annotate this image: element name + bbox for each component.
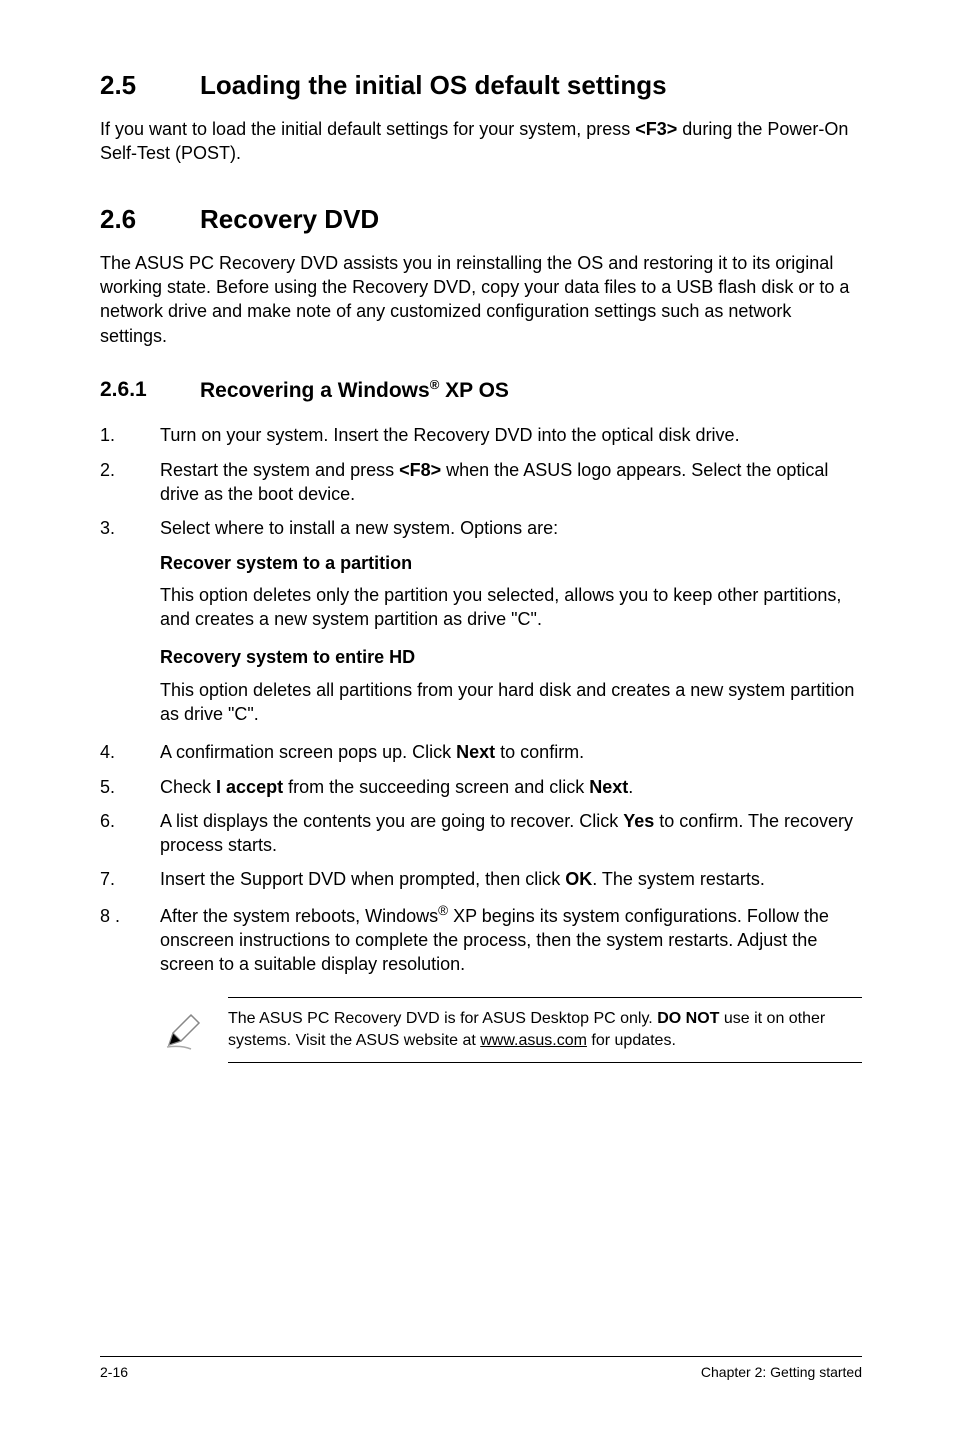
key-f3: <F3> <box>635 119 677 139</box>
list-item: 2.Restart the system and press <F8> when… <box>100 458 862 507</box>
text-fragment: A confirmation screen pops up. Click <box>160 742 456 762</box>
text-fragment: Restart the system and press <box>160 460 399 480</box>
steps-list-2: 4.A confirmation screen pops up. Click N… <box>100 740 862 976</box>
list-item: 3.Select where to install a new system. … <box>100 516 862 540</box>
step-marker: 1. <box>100 423 160 447</box>
list-item: 7.Insert the Support DVD when prompted, … <box>100 867 862 891</box>
page-footer: 2-16 Chapter 2: Getting started <box>100 1356 862 1382</box>
text-fragment: Insert the Support DVD when prompted, th… <box>160 869 565 889</box>
heading-2-6-1-title: Recovering a Windows® XP OS <box>200 376 509 405</box>
text-fragment: A list displays the contents you are goi… <box>160 811 623 831</box>
step-marker: 3. <box>100 516 160 540</box>
key-f8: <F8> <box>399 460 441 480</box>
option-heading: Recover system to a partition <box>160 551 862 575</box>
step-marker: 4. <box>100 740 160 764</box>
button-label-next: Next <box>456 742 495 762</box>
button-label-ok: OK <box>565 869 592 889</box>
note-content: The ASUS PC Recovery DVD is for ASUS Des… <box>228 997 862 1064</box>
heading-2-6: 2.6 Recovery DVD <box>100 202 862 237</box>
text-fragment: to confirm. <box>495 742 584 762</box>
heading-2-5: 2.5 Loading the initial OS default setti… <box>100 68 862 103</box>
step-marker: 5. <box>100 775 160 799</box>
list-item: 8 .After the system reboots, Windows® XP… <box>100 902 862 977</box>
option-recover-partition: Recover system to a partition This optio… <box>100 551 862 727</box>
text-fragment: XP OS <box>439 379 509 402</box>
heading-2-5-title: Loading the initial OS default settings <box>200 68 667 103</box>
section-2-6-body: The ASUS PC Recovery DVD assists you in … <box>100 251 862 348</box>
list-item: 4.A confirmation screen pops up. Click N… <box>100 740 862 764</box>
list-item: 6.A list displays the contents you are g… <box>100 809 862 858</box>
text-fragment: The ASUS PC Recovery DVD is for ASUS Des… <box>228 1010 657 1027</box>
text-fragment: If you want to load the initial default … <box>100 119 635 139</box>
step-marker: 7. <box>100 867 160 891</box>
text-fragment: Recovering a Windows <box>200 379 430 402</box>
step-marker: 2. <box>100 458 160 482</box>
url-text: www.asus.com <box>480 1032 587 1049</box>
heading-2-6-1-number: 2.6.1 <box>100 376 200 405</box>
checkbox-label: I accept <box>216 777 283 797</box>
text-fragment: After the system reboots, Windows <box>160 906 438 926</box>
registered-symbol: ® <box>430 377 440 392</box>
option-heading: Recovery system to entire HD <box>160 645 862 669</box>
step-text: Select where to install a new system. Op… <box>160 518 558 538</box>
section-2-5-body: If you want to load the initial default … <box>100 117 862 166</box>
chapter-label: Chapter 2: Getting started <box>701 1363 862 1382</box>
steps-list-1: 1.Turn on your system. Insert the Recove… <box>100 423 862 540</box>
text-fragment: . <box>628 777 633 797</box>
list-item: 1.Turn on your system. Insert the Recove… <box>100 423 862 447</box>
text-fragment: from the succeeding screen and click <box>283 777 589 797</box>
button-label-yes: Yes <box>623 811 654 831</box>
text-fragment: Check <box>160 777 216 797</box>
emphasis-do-not: DO NOT <box>657 1010 719 1027</box>
text-fragment: for updates. <box>587 1032 676 1049</box>
note-box: The ASUS PC Recovery DVD is for ASUS Des… <box>160 997 862 1064</box>
step-marker: 8 . <box>100 904 160 928</box>
text-fragment: . The system restarts. <box>592 869 765 889</box>
pencil-icon <box>160 1006 208 1054</box>
heading-2-5-number: 2.5 <box>100 68 200 103</box>
heading-2-6-1: 2.6.1 Recovering a Windows® XP OS <box>100 376 862 405</box>
step-text: Turn on your system. Insert the Recovery… <box>160 425 740 445</box>
heading-2-6-number: 2.6 <box>100 202 200 237</box>
option-text: This option deletes only the partition y… <box>160 583 862 632</box>
page-number: 2-16 <box>100 1363 128 1382</box>
step-marker: 6. <box>100 809 160 833</box>
button-label-next: Next <box>589 777 628 797</box>
option-text: This option deletes all partitions from … <box>160 678 862 727</box>
registered-symbol: ® <box>438 903 448 918</box>
list-item: 5.Check I accept from the succeeding scr… <box>100 775 862 799</box>
heading-2-6-title: Recovery DVD <box>200 202 379 237</box>
